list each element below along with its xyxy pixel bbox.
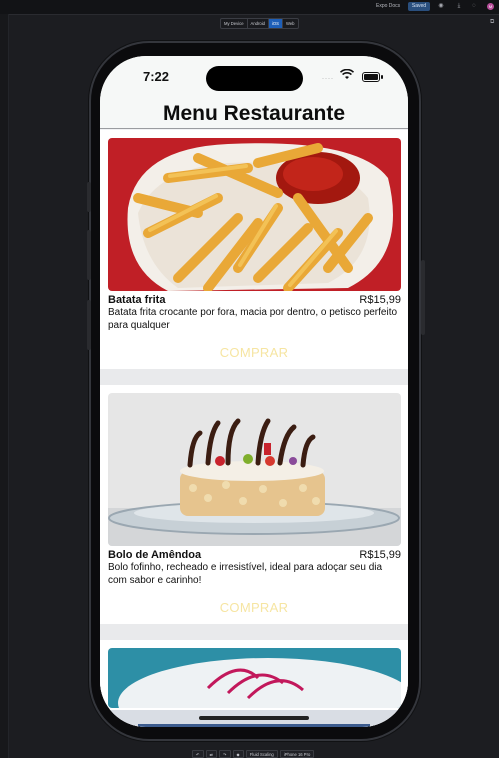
page-title: Menu Restaurante [162,102,346,125]
item-price: R$15,99 [359,294,401,306]
list-item: Bolo de Amêndoa R$15,99 Bolo fofinho, re… [100,385,408,624]
wifi-icon [339,68,355,83]
item-name: Batata frita [108,294,166,306]
item-name: Bolo de Amêndoa [108,549,202,561]
battery-icon [362,72,383,82]
eye-icon[interactable]: ◌ [470,2,478,11]
rotate-button[interactable]: ⇄ [205,750,218,758]
redo-button[interactable]: ↷ [219,750,231,758]
phone-action-button [87,182,91,212]
tab-android[interactable]: Android [248,19,269,28]
screen-bottom-accent [138,724,370,727]
download-icon[interactable]: ⤓ [455,2,463,11]
tab-web[interactable]: Web [283,19,298,28]
list-item: Batata frita R$15,99 Batata frita crocan… [100,130,408,369]
dessert-photo [108,648,401,708]
item-description: Batata frita crocante por fora, macia po… [108,307,398,331]
fries-photo [108,138,401,291]
app-header: Menu Restaurante [100,96,408,129]
fluid-scaling-button[interactable]: Fluid Scaling [245,750,278,758]
avatar[interactable]: M [487,3,494,10]
phone-power-button [421,260,425,335]
buy-button[interactable]: COMPRAR [100,342,408,362]
top-toolbar: Expo Docs Saved ◉ ⤓ ◌ M [0,0,499,15]
menu-list[interactable]: Batata frita R$15,99 Batata frita crocan… [100,130,408,727]
github-icon[interactable]: ◉ [437,2,445,11]
tab-my-device[interactable]: My Device [221,19,248,28]
device-tabs: My Device Android iOS Web [220,18,299,29]
phone-volume-up [87,230,91,280]
dynamic-island [206,66,303,91]
preview-toolbar: ↶ ⇄ ↷ ◆ Fluid Scaling iPhone 16 Pro [192,750,315,758]
theme-button[interactable]: ◆ [232,750,244,758]
signal-icon: ···· [322,76,334,82]
undo-button[interactable]: ↶ [192,750,204,758]
left-panel-edge [0,14,9,758]
phone-screen: 7:22 ···· Menu Restaurante Batata frita … [100,56,408,727]
buy-button[interactable]: COMPRAR [100,597,408,617]
home-indicator[interactable] [199,716,309,720]
expo-docs-link[interactable]: Expo Docs [376,3,400,9]
item-price: R$15,99 [359,549,401,561]
open-external-icon[interactable]: ⧉ [490,19,494,26]
tab-ios[interactable]: iOS [268,19,283,28]
status-bar: 7:22 ···· [100,56,408,96]
device-select[interactable]: iPhone 16 Pro [279,750,315,758]
phone-volume-down [87,300,91,350]
status-time: 7:22 [143,69,170,84]
item-description: Bolo fofinho, recheado e irresistível, i… [108,562,383,586]
almond-cake-photo [108,393,401,546]
saved-button[interactable]: Saved [408,2,430,11]
